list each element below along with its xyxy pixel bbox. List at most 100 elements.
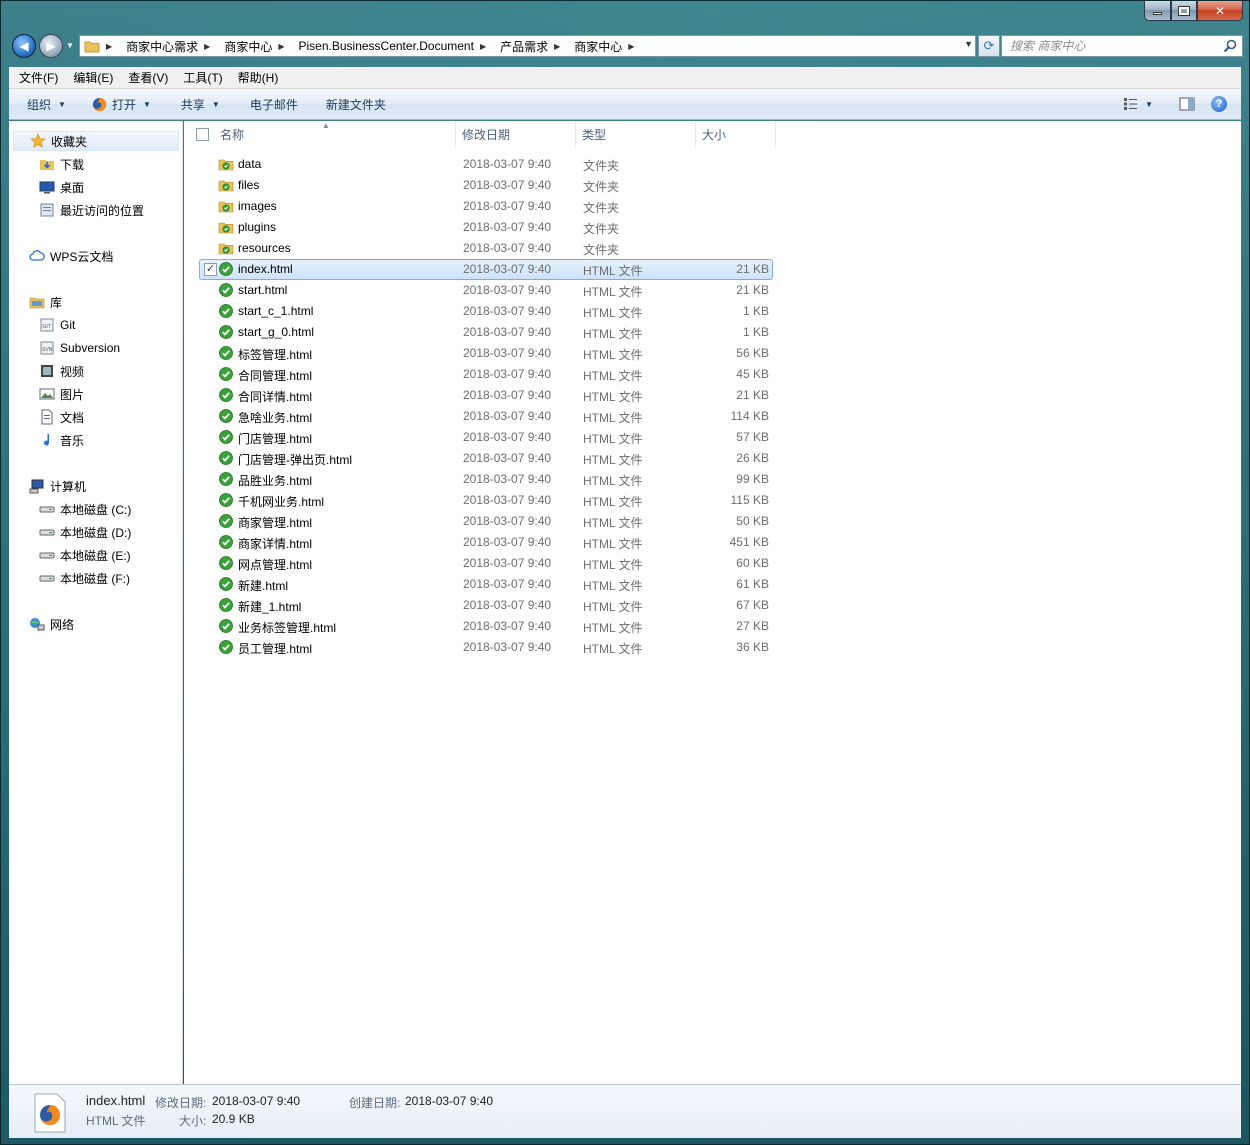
file-row[interactable]: 合同详情.html 2018-03-07 9:40 HTML 文件 21 KB — [184, 385, 784, 406]
column-date[interactable]: 修改日期 — [456, 121, 576, 147]
chevron-right-icon[interactable]: ▶ — [628, 42, 634, 51]
nav-drive-e[interactable]: 本地磁盘 (E:) — [39, 545, 131, 565]
file-row[interactable]: 员工管理.html 2018-03-07 9:40 HTML 文件 36 KB — [184, 637, 784, 658]
maximize-button[interactable] — [1171, 1, 1197, 21]
file-row[interactable]: resources 2018-03-07 9:40 文件夹 — [184, 238, 784, 259]
file-name: index.html — [238, 262, 293, 276]
file-row[interactable]: 千机网业务.html 2018-03-07 9:40 HTML 文件 115 KB — [184, 490, 784, 511]
column-size[interactable]: 大小 — [696, 121, 776, 147]
column-name[interactable]: 名称 — [214, 121, 456, 147]
search-icon[interactable] — [1223, 39, 1237, 53]
file-row[interactable]: start_c_1.html 2018-03-07 9:40 HTML 文件 1 KB — [184, 301, 784, 322]
file-row[interactable]: 业务标签管理.html 2018-03-07 9:40 HTML 文件 27 KB — [184, 616, 784, 637]
nav-drive-f[interactable]: 本地磁盘 (F:) — [39, 568, 130, 588]
nav-drive-d[interactable]: 本地磁盘 (D:) — [39, 522, 131, 542]
breadcrumb-1[interactable]: 商家中心 ▶ — [224, 38, 292, 55]
chevron-right-icon[interactable]: ▶ — [278, 42, 284, 51]
file-type: HTML 文件 — [583, 264, 643, 278]
nav-lib-git[interactable]: GIT Git — [39, 315, 75, 335]
chevron-right-icon[interactable]: ▶ — [554, 42, 560, 51]
new-folder-button[interactable]: 新建文件夹 — [308, 89, 396, 119]
organize-button[interactable]: 组织 ▼ — [9, 89, 76, 119]
nav-desktop[interactable]: 桌面 — [39, 177, 84, 197]
nav-recent[interactable]: 最近访问的位置 — [39, 200, 144, 220]
close-button[interactable]: ✕ — [1197, 1, 1243, 21]
file-row[interactable]: start_g_0.html 2018-03-07 9:40 HTML 文件 1 KB — [184, 322, 784, 343]
file-row[interactable]: plugins 2018-03-07 9:40 文件夹 — [184, 217, 784, 238]
file-row[interactable]: 标签管理.html 2018-03-07 9:40 HTML 文件 56 KB — [184, 343, 784, 364]
menu-file[interactable]: 文件(F) — [9, 69, 63, 86]
recent-pages-dropdown[interactable]: ▼ — [66, 41, 74, 50]
nav-computer[interactable]: 计算机 — [29, 476, 86, 496]
file-type: 文件夹 — [583, 243, 620, 257]
file-date: 2018-03-07 9:40 — [463, 262, 552, 276]
file-row[interactable]: files 2018-03-07 9:40 文件夹 — [184, 175, 784, 196]
menu-help[interactable]: 帮助(H) — [228, 69, 284, 86]
file-row[interactable]: 网点管理.html 2018-03-07 9:40 HTML 文件 60 KB — [184, 553, 784, 574]
select-all-checkbox[interactable] — [196, 128, 209, 141]
file-row[interactable]: data 2018-03-07 9:40 文件夹 — [184, 154, 784, 175]
file-size: 45 KB — [736, 367, 769, 381]
open-button[interactable]: 打开 ▼ — [76, 89, 161, 119]
nav-downloads[interactable]: 下载 — [39, 154, 84, 174]
nav-network[interactable]: 网络 — [29, 614, 74, 634]
nav-lib-documents[interactable]: 文档 — [39, 407, 84, 427]
file-row[interactable]: 门店管理-弹出页.html 2018-03-07 9:40 HTML 文件 26 KB — [184, 448, 784, 469]
search-input[interactable] — [1010, 39, 1220, 53]
file-row[interactable]: start.html 2018-03-07 9:40 HTML 文件 21 KB — [184, 280, 784, 301]
refresh-button[interactable]: ⟳ — [978, 35, 1000, 57]
file-row[interactable]: 合同管理.html 2018-03-07 9:40 HTML 文件 45 KB — [184, 364, 784, 385]
column-type[interactable]: 类型 — [576, 121, 696, 147]
nav-lib-videos[interactable]: 视频 — [39, 361, 84, 381]
breadcrumb-3[interactable]: 产品需求 ▶ — [500, 38, 568, 55]
chevron-right-icon[interactable]: ▶ — [106, 42, 112, 51]
share-button[interactable]: 共享 ▼ — [161, 89, 230, 119]
chevron-right-icon[interactable]: ▶ — [480, 42, 486, 51]
breadcrumb-4[interactable]: 商家中心 ▶ — [574, 38, 642, 55]
file-type: 文件夹 — [583, 201, 620, 215]
nav-lib-subversion[interactable]: SVN Subversion — [39, 338, 120, 358]
address-row: ◀ ▶ ▼ ▶ 商家中心需求 ▶ 商家中心 ▶ Pisen.BusinessCent… — [9, 31, 1243, 61]
file-row[interactable]: 品胜业务.html 2018-03-07 9:40 HTML 文件 99 KB — [184, 469, 784, 490]
menu-edit[interactable]: 编辑(E) — [63, 69, 118, 86]
file-row[interactable]: 新建_1.html 2018-03-07 9:40 HTML 文件 67 KB — [184, 595, 784, 616]
nav-wps-cloud[interactable]: WPS云文档 — [29, 246, 113, 266]
file-size: 57 KB — [736, 430, 769, 444]
file-row[interactable]: images 2018-03-07 9:40 文件夹 — [184, 196, 784, 217]
view-dropdown-icon[interactable]: ▼ — [1145, 100, 1153, 109]
svn-file-icon — [219, 493, 233, 507]
svn-file-icon — [219, 598, 233, 612]
file-row[interactable]: 新建.html 2018-03-07 9:40 HTML 文件 61 KB — [184, 574, 784, 595]
minimize-button[interactable] — [1144, 1, 1171, 21]
breadcrumb-2[interactable]: Pisen.BusinessCenter.Document ▶ — [299, 39, 495, 53]
svn-folder-icon — [218, 159, 234, 171]
chevron-right-icon[interactable]: ▶ — [204, 42, 210, 51]
preview-pane-icon[interactable] — [1179, 97, 1195, 111]
file-type: 文件夹 — [583, 180, 620, 194]
back-button[interactable]: ◀ — [12, 34, 36, 58]
help-icon[interactable]: ? — [1211, 96, 1227, 112]
file-type: HTML 文件 — [583, 411, 643, 425]
file-row[interactable]: 商家详情.html 2018-03-07 9:40 HTML 文件 451 KB — [184, 532, 784, 553]
view-options-icon[interactable] — [1123, 97, 1139, 111]
forward-button[interactable]: ▶ — [39, 34, 63, 58]
menu-tools[interactable]: 工具(T) — [173, 69, 227, 86]
file-rows: data 2018-03-07 9:40 文件夹 files 2018-03-07 9:… — [184, 154, 784, 658]
svn-folder-icon — [218, 243, 234, 255]
file-row[interactable]: 急啥业务.html 2018-03-07 9:40 HTML 文件 114 KB — [184, 406, 784, 427]
file-row[interactable]: ✓ index.html 2018-03-07 9:40 HTML 文件 21 KB — [184, 259, 784, 280]
address-dropdown-icon[interactable]: ▼ — [964, 39, 973, 49]
address-bar[interactable]: ▶ 商家中心需求 ▶ 商家中心 ▶ Pisen.BusinessCenter.Doc… — [79, 35, 976, 57]
nav-favorites[interactable]: 收藏夹 — [13, 131, 179, 151]
email-button[interactable]: 电子邮件 — [230, 89, 308, 119]
nav-lib-pictures[interactable]: 图片 — [39, 384, 84, 404]
file-row[interactable]: 门店管理.html 2018-03-07 9:40 HTML 文件 57 KB — [184, 427, 784, 448]
file-name: start_g_0.html — [238, 325, 315, 339]
nav-drive-c[interactable]: 本地磁盘 (C:) — [39, 499, 131, 519]
nav-lib-music[interactable]: 音乐 — [39, 430, 84, 450]
menu-view[interactable]: 查看(V) — [118, 69, 173, 86]
breadcrumb-0[interactable]: 商家中心需求 ▶ — [126, 38, 218, 55]
nav-libraries[interactable]: 库 — [29, 292, 62, 312]
row-checkbox[interactable]: ✓ — [204, 263, 217, 276]
file-row[interactable]: 商家管理.html 2018-03-07 9:40 HTML 文件 50 KB — [184, 511, 784, 532]
